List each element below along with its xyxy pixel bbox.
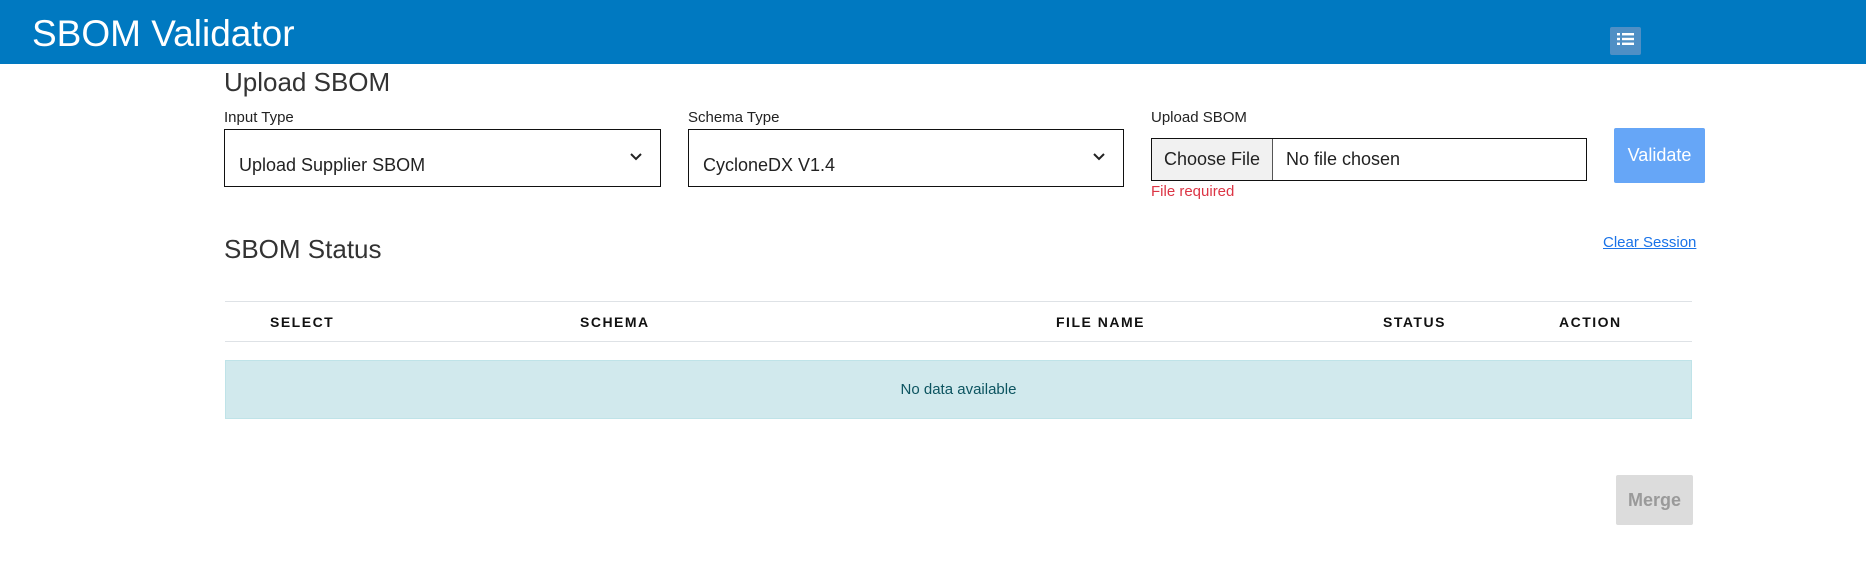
column-header-select: SELECT [270, 314, 335, 330]
choose-file-button[interactable]: Choose File [1152, 139, 1273, 180]
file-name-text: No file chosen [1286, 149, 1401, 169]
input-type-value: Upload Supplier SBOM [239, 155, 426, 175]
chevron-down-icon [1091, 150, 1107, 162]
chevron-down-icon [628, 150, 644, 162]
column-header-schema: SCHEMA [580, 314, 650, 330]
file-input[interactable]: Choose File No file chosen [1151, 138, 1587, 181]
table-header: SELECT SCHEMA FILE NAME STATUS ACTION [225, 301, 1692, 342]
upload-section-title: Upload SBOM [224, 67, 391, 97]
schema-type-select[interactable]: CycloneDX V1.4 [688, 129, 1124, 187]
list-icon [1617, 32, 1634, 51]
schema-type-value: CycloneDX V1.4 [703, 155, 836, 175]
merge-button[interactable]: Merge [1616, 475, 1693, 525]
column-header-action: ACTION [1559, 314, 1622, 330]
input-type-label: Input Type [224, 109, 294, 126]
column-header-status: STATUS [1383, 314, 1446, 330]
menu-button[interactable] [1610, 27, 1641, 55]
schema-type-label: Schema Type [688, 109, 780, 126]
column-header-file-name: FILE NAME [1056, 314, 1145, 330]
top-bar: SBOM Validator [0, 0, 1866, 64]
input-type-select[interactable]: Upload Supplier SBOM [224, 129, 661, 187]
file-error-message: File required [1151, 183, 1235, 200]
clear-session-link[interactable]: Clear Session [1603, 234, 1696, 252]
status-section-title: SBOM Status [224, 234, 382, 264]
validate-button[interactable]: Validate [1614, 128, 1705, 183]
empty-table-message: No data available [225, 360, 1692, 419]
app-title: SBOM Validator [32, 13, 295, 54]
upload-file-label: Upload SBOM [1151, 109, 1247, 126]
